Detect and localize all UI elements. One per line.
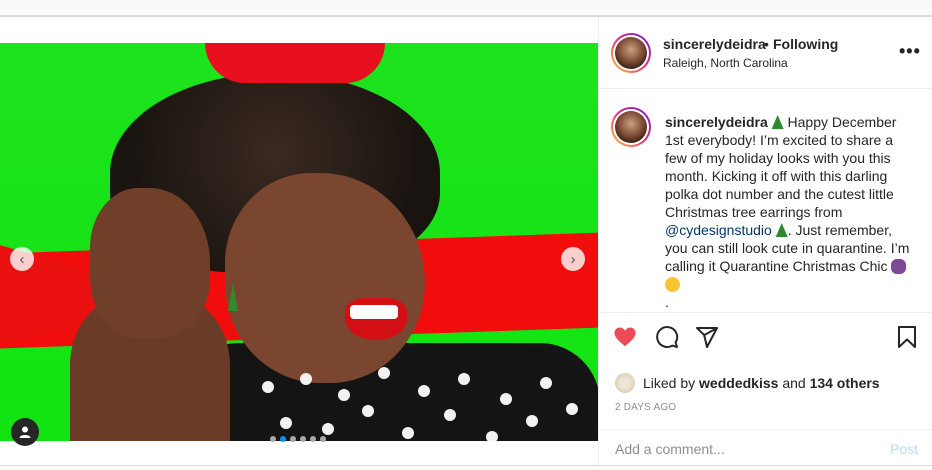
polka-dot [566, 403, 578, 415]
following-button[interactable]: Following [773, 36, 838, 52]
polka-dot [300, 373, 312, 385]
smile-emoji [665, 277, 680, 292]
caption-trailing: . [665, 294, 669, 310]
actions-section: Liked by weddedkiss and 134 others 2 DAY… [599, 312, 932, 467]
comment-button[interactable] [655, 325, 679, 354]
comments-section: sincerelydeidra Happy December 1st every… [599, 90, 932, 312]
more-options-button[interactable]: ••• [899, 41, 921, 62]
caption-mention[interactable]: @cydesignstudio [665, 222, 772, 238]
red-bow [205, 43, 385, 83]
more-icon: ••• [899, 41, 921, 61]
comment-input[interactable] [615, 438, 865, 460]
heart-icon [614, 327, 636, 347]
post-header: sincerelydeidra • Following Raleigh, Nor… [599, 17, 932, 89]
post-timestamp[interactable]: 2 DAYS AGO [615, 402, 676, 413]
carousel-next-button[interactable]: › [561, 247, 585, 271]
chevron-right-icon: › [570, 250, 576, 268]
chevron-left-icon: ‹ [19, 250, 25, 268]
polka-dot [458, 373, 470, 385]
separator-dot: • [764, 36, 769, 52]
pager-dot [320, 436, 326, 442]
caption-username[interactable]: sincerelydeidra [665, 114, 768, 130]
share-button[interactable] [695, 325, 719, 354]
liker-username[interactable]: weddedkiss [699, 375, 778, 391]
polka-dot [500, 393, 512, 405]
likes-prefix: Liked by [643, 375, 696, 391]
post-image[interactable] [0, 43, 598, 441]
christmas-tree-emoji [775, 223, 788, 237]
polka-dot [444, 409, 456, 421]
person-emoji [891, 259, 907, 274]
polka-dot [262, 381, 274, 393]
top-strip [0, 0, 932, 16]
polka-dot [338, 389, 350, 401]
post-side-panel: sincerelydeidra • Following Raleigh, Nor… [598, 17, 932, 467]
pager-dot [300, 436, 306, 442]
polka-dot [540, 377, 552, 389]
polka-dot [418, 385, 430, 397]
polka-dot [362, 405, 374, 417]
polka-dot [280, 417, 292, 429]
pager-dot [290, 436, 296, 442]
user-tag-icon [19, 426, 31, 438]
polka-dot [402, 427, 414, 439]
polka-dot [322, 423, 334, 435]
carousel-prev-button[interactable]: ‹ [10, 247, 34, 271]
location-link[interactable]: Raleigh, North Carolina [663, 56, 788, 70]
bookmark-icon [898, 326, 916, 348]
christmas-tree-emoji [771, 115, 784, 129]
polka-dot [486, 431, 498, 441]
polka-dot [378, 367, 390, 379]
likes-middle: and [782, 375, 806, 391]
author-username[interactable]: sincerelydeidra [663, 36, 766, 52]
liker-avatar[interactable] [615, 373, 635, 393]
hand [90, 188, 210, 338]
user-tags-button[interactable] [11, 418, 39, 446]
pager-dot [310, 436, 316, 442]
post-card: ‹ › sincerelydeidra • Following Raleigh,… [0, 16, 932, 467]
teeth [350, 305, 398, 319]
caption-avatar[interactable] [611, 107, 651, 147]
author-avatar[interactable] [611, 33, 651, 73]
like-button[interactable] [613, 325, 637, 354]
pager-dot [280, 436, 286, 442]
share-icon [696, 327, 718, 348]
carousel-pager [270, 436, 326, 442]
caption-text: sincerelydeidra Happy December 1st every… [665, 113, 915, 311]
save-button[interactable] [895, 325, 919, 354]
pager-dot [270, 436, 276, 442]
post-comment-button[interactable]: Post [890, 441, 918, 457]
likes-others-link[interactable]: 134 others [810, 375, 880, 391]
likes-summary: Liked by weddedkiss and 134 others [615, 373, 880, 393]
polka-dot [526, 415, 538, 427]
add-comment-bar: Post [599, 429, 932, 468]
comment-icon [656, 326, 679, 349]
